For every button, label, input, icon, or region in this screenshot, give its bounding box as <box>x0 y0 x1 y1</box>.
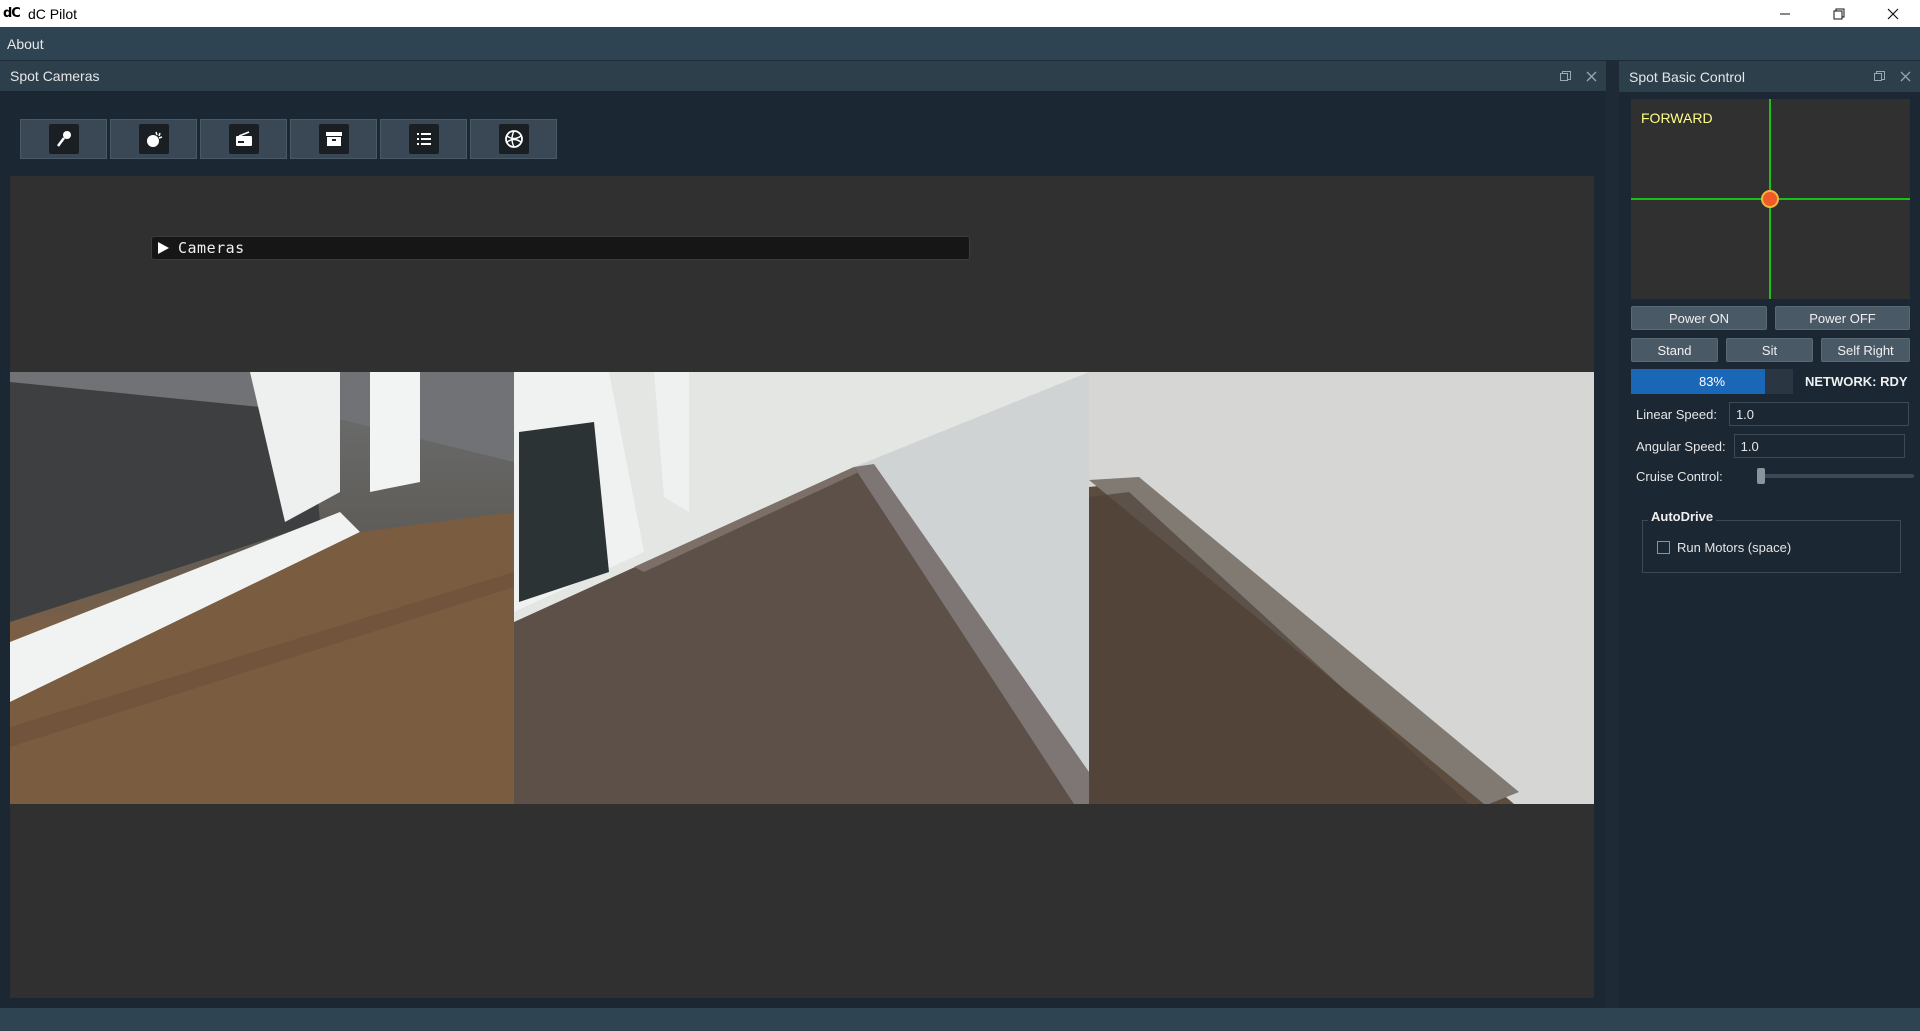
stand-button[interactable]: Stand <box>1631 338 1718 362</box>
app-logo: dC <box>3 6 21 21</box>
cruise-control-row: Cruise Control: <box>1636 467 1915 485</box>
menu-about[interactable]: About <box>7 36 44 52</box>
run-motors-row[interactable]: Run Motors (space) <box>1657 540 1791 555</box>
joystick-knob[interactable] <box>1761 190 1779 208</box>
camera-feed-center <box>514 372 1089 804</box>
autodrive-title: AutoDrive <box>1648 509 1717 524</box>
globe-icon <box>498 124 529 154</box>
battery-progress-text: 83% <box>1698 374 1726 389</box>
list-button[interactable] <box>380 119 467 159</box>
float-icon[interactable] <box>1558 69 1572 83</box>
list-icon <box>408 124 439 154</box>
light-button[interactable] <box>110 119 197 159</box>
cruise-control-label: Cruise Control: <box>1636 468 1723 484</box>
menu-bar: About <box>0 27 1920 60</box>
close-icon[interactable] <box>1584 69 1598 83</box>
run-motors-label: Run Motors (space) <box>1677 540 1792 555</box>
cameras-dock-header: Spot Cameras <box>0 61 1606 91</box>
angular-speed-input[interactable]: 1.0 <box>1733 434 1905 458</box>
camera-feeds <box>10 372 1594 804</box>
cruise-control-slider-handle[interactable] <box>1757 468 1765 484</box>
joystick-direction-label: FORWARD <box>1641 110 1713 126</box>
control-dock: Spot Basic Control FORWARD Power ON Powe… <box>1619 61 1920 1008</box>
linear-speed-label: Linear Speed: <box>1636 406 1717 422</box>
cruise-control-slider[interactable] <box>1757 468 1914 484</box>
window-title: dC Pilot <box>28 5 78 22</box>
self-right-button[interactable]: Self Right <box>1821 338 1910 362</box>
camera-feed-right <box>1089 372 1594 804</box>
radio-icon <box>228 124 259 154</box>
power-on-button[interactable]: Power ON <box>1631 306 1767 330</box>
close-icon <box>1887 8 1899 19</box>
control-dock-header: Spot Basic Control <box>1619 61 1920 92</box>
linear-speed-row: Linear Speed: 1.0 <box>1636 402 1909 426</box>
cameras-collapsible-header[interactable]: Cameras <box>151 236 970 260</box>
camera-toolbar <box>20 119 557 159</box>
microphone-icon <box>48 124 79 154</box>
power-off-button[interactable]: Power OFF <box>1775 306 1910 330</box>
title-bar: dC dC Pilot <box>0 0 1920 27</box>
minimize-icon <box>1780 13 1790 14</box>
cameras-collapsible-label: Cameras <box>178 239 245 257</box>
dock-splitter[interactable] <box>1606 61 1619 1008</box>
globe-button[interactable] <box>470 119 557 159</box>
archive-icon <box>318 124 349 154</box>
window-controls <box>1758 0 1920 27</box>
restore-button[interactable] <box>1812 0 1866 27</box>
battery-progress-bar: 83% <box>1631 369 1793 394</box>
archive-button[interactable] <box>290 119 377 159</box>
status-bar <box>0 1008 1920 1031</box>
float-icon[interactable] <box>1872 69 1886 83</box>
run-motors-checkbox[interactable] <box>1657 541 1670 554</box>
autodrive-group: AutoDrive Run Motors (space) <box>1642 509 1901 573</box>
linear-speed-input[interactable]: 1.0 <box>1728 402 1909 426</box>
cameras-dock-title: Spot Cameras <box>10 68 100 84</box>
close-icon[interactable] <box>1898 69 1912 83</box>
control-dock-title: Spot Basic Control <box>1629 68 1745 85</box>
restore-icon <box>1833 8 1845 19</box>
status-row: 83% NETWORK: RDY <box>1631 369 1910 394</box>
minimize-button[interactable] <box>1758 0 1812 27</box>
angular-speed-label: Angular Speed: <box>1636 438 1726 454</box>
close-window-button[interactable] <box>1866 0 1920 27</box>
expand-arrow-icon <box>158 242 169 254</box>
cameras-dock: Spot Cameras Cameras <box>0 61 1606 1008</box>
network-status: NETWORK: RDY <box>1805 374 1908 389</box>
camera-viewport: Cameras <box>10 176 1594 998</box>
light-icon <box>138 124 169 154</box>
radio-button[interactable] <box>200 119 287 159</box>
joystick-pad[interactable]: FORWARD <box>1631 99 1910 299</box>
sit-button[interactable]: Sit <box>1726 338 1813 362</box>
camera-feed-left <box>10 372 514 804</box>
angular-speed-row: Angular Speed: 1.0 <box>1636 434 1905 458</box>
microphone-button[interactable] <box>20 119 107 159</box>
